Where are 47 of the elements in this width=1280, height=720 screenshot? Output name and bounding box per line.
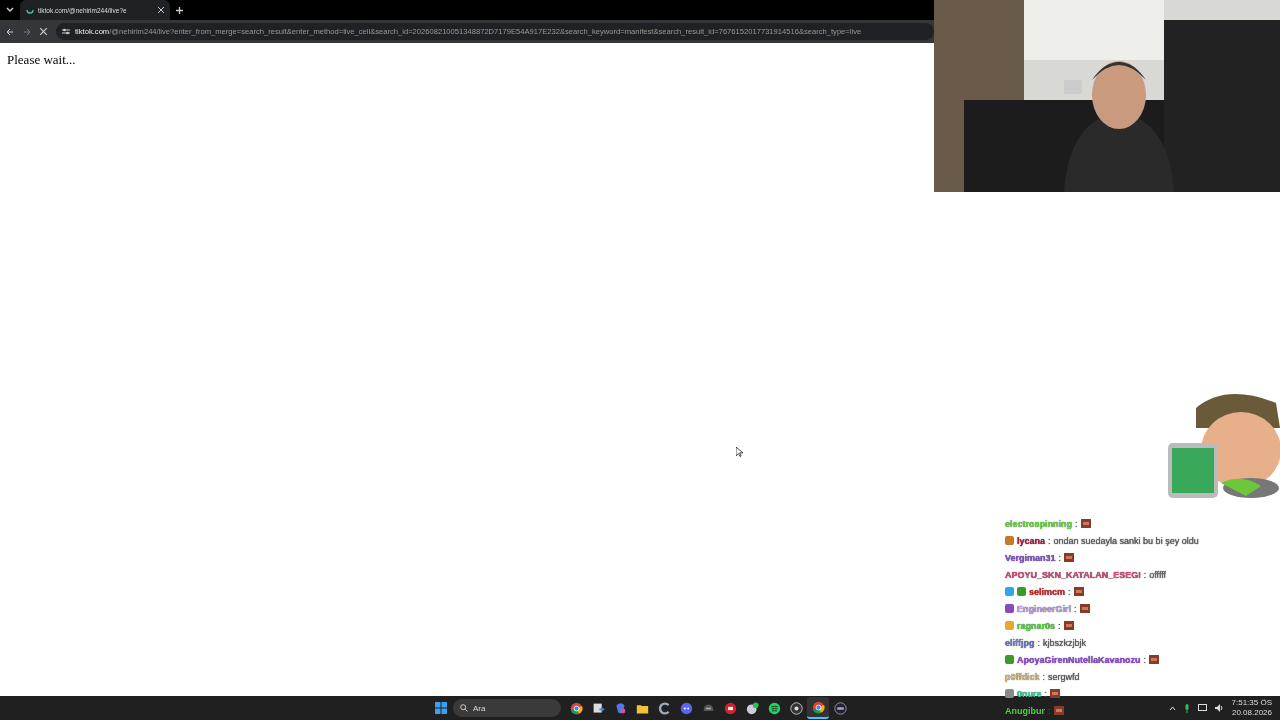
tab-list-icon[interactable] (6, 7, 14, 13)
chat-separator: : (1143, 654, 1147, 665)
chat-username: EngineerGirl (1017, 603, 1071, 614)
chat-username: Anugibur (1005, 705, 1045, 716)
speaker-icon[interactable] (1214, 704, 1224, 712)
page-message: Please wait... (7, 52, 76, 68)
chat-separator: : (1058, 552, 1062, 563)
chat-message: sergwfd (1048, 671, 1080, 682)
chat-separator: : (1075, 518, 1078, 529)
chat-username: ApoyaGirenNutellaKavanozu (1017, 654, 1141, 665)
chat-username: selimcm (1029, 586, 1066, 597)
chat-separator: : (1068, 586, 1071, 597)
chat-username: APOYU_SKN_KATALAN_ESEGI (1005, 569, 1141, 580)
chat-username: ragnar0s (1017, 620, 1056, 631)
chat-username: p0ffdick (1005, 671, 1040, 682)
search-icon (460, 704, 468, 712)
chat-separator: : (1048, 705, 1051, 716)
cursor-icon (736, 447, 743, 457)
chat-username: electrospinning (1005, 518, 1072, 529)
new-tab-icon[interactable] (176, 6, 183, 14)
chat-separator: : (1074, 603, 1077, 614)
chat-separator: : (1143, 569, 1147, 580)
site-settings-icon[interactable] (62, 28, 70, 35)
chat-username: lycana (1017, 535, 1046, 546)
stop-icon[interactable] (40, 28, 47, 35)
chat-separator: : (1044, 688, 1048, 699)
chat-username: eliffjpg (1005, 637, 1035, 648)
close-icon[interactable] (158, 7, 164, 13)
microphone-icon[interactable] (1183, 703, 1190, 713)
chat-separator: : (1042, 671, 1046, 682)
chevron-up-icon[interactable] (1168, 705, 1176, 711)
back-icon[interactable] (6, 27, 14, 36)
address-bar[interactable] (56, 23, 934, 40)
chat-message: ondan suedayla sanki bu bi şey oldu (1053, 535, 1199, 546)
chat-separator: : (1048, 535, 1051, 546)
search-field[interactable]: Ara (453, 699, 561, 717)
windows-start-icon[interactable] (435, 702, 447, 714)
chat-message: offfff (1149, 569, 1167, 580)
chat-separator: : (1058, 620, 1061, 631)
chat-message: kjbszkzjbjk (1043, 637, 1087, 648)
network-icon[interactable] (1197, 704, 1207, 712)
chat-separator: : (1037, 637, 1040, 648)
chat-username: Vergiman31 (1005, 552, 1056, 563)
forward-icon[interactable] (23, 27, 31, 36)
taskbar-app-icon[interactable] (807, 697, 829, 719)
clock[interactable]: 7:51:35 ÖS 20.08.2026 (1231, 698, 1272, 718)
chat-username: 0nure (1017, 688, 1042, 699)
